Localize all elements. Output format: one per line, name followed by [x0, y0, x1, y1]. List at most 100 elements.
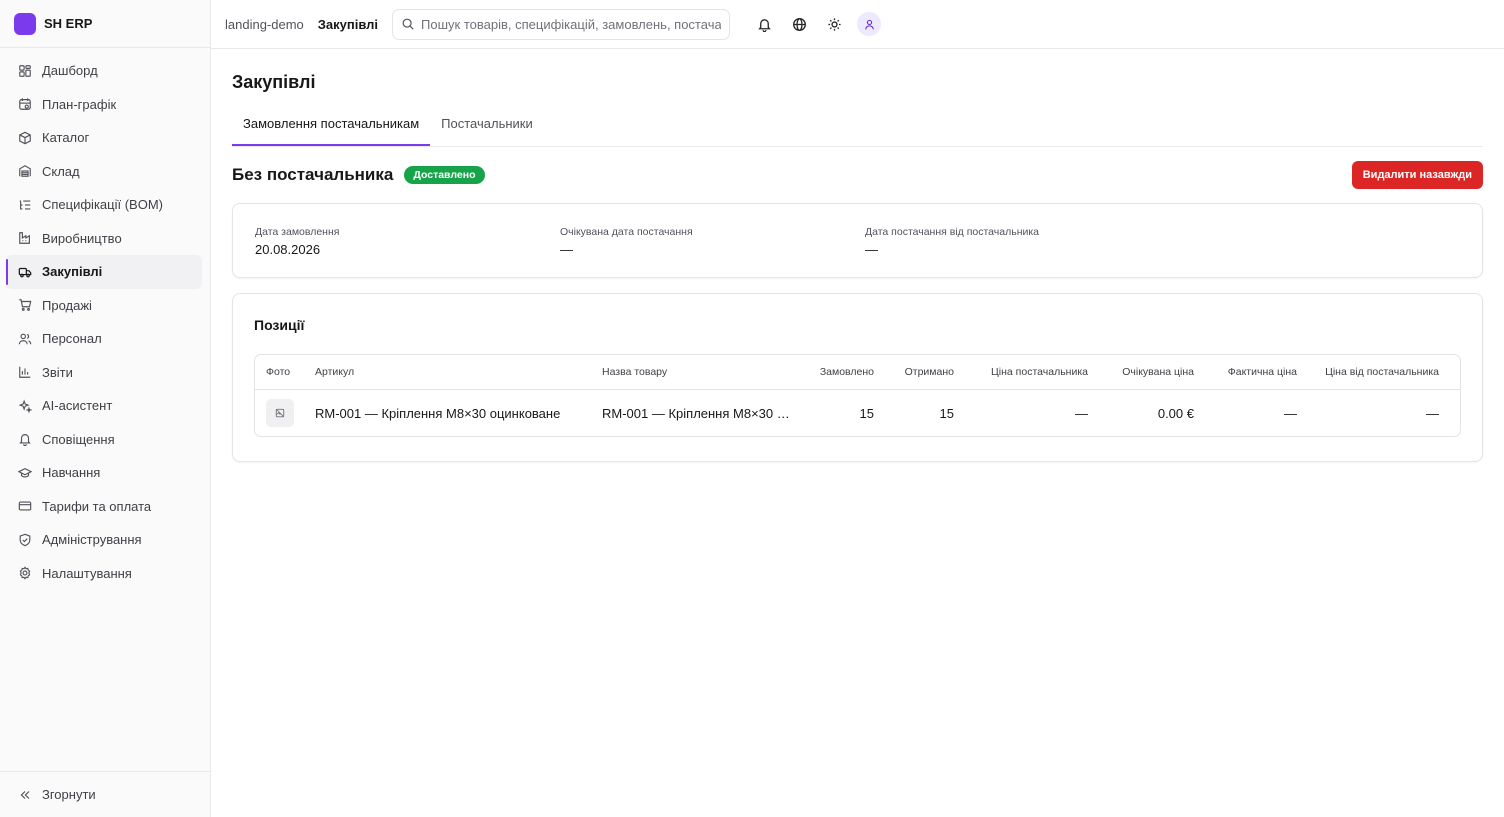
delete-permanently-button[interactable]: Видалити назавжди: [1351, 161, 1483, 189]
sidebar-item-warehouse[interactable]: Склад: [0, 155, 202, 189]
sidebar-item-notifications[interactable]: Сповіщення: [0, 423, 202, 457]
sidebar-item-dashboard[interactable]: Дашборд: [0, 54, 202, 88]
page-title: Закупівлі: [232, 72, 316, 92]
list-tree-icon: [18, 198, 32, 212]
credit-card-icon: [18, 499, 32, 513]
sidebar-item-reports[interactable]: Звіти: [0, 356, 202, 390]
sidebar-item-learning[interactable]: Навчання: [0, 456, 202, 490]
sidebar-item-catalog[interactable]: Каталог: [0, 121, 202, 155]
page-content: Закупівлі Замовлення постачальникам Пост…: [211, 49, 1504, 462]
column-header: Назва товару: [602, 366, 668, 378]
brand-name: SH ERP: [44, 16, 93, 31]
field-label: Очікувана дата постачання: [560, 226, 693, 238]
sidebar-item-staff[interactable]: Персонал: [0, 322, 202, 356]
search-icon: [401, 17, 415, 31]
supplier-price-cell: —: [1075, 405, 1088, 421]
bell-icon[interactable]: [752, 12, 776, 36]
column-header: Ціна постачальника: [991, 366, 1088, 378]
column-header: Отримано: [904, 366, 954, 378]
sun-icon[interactable]: [822, 12, 846, 36]
table-row[interactable]: RM-001 — Кріплення M8×30 оцинковане RM-0…: [255, 390, 1460, 436]
gear-icon: [18, 566, 32, 580]
status-badge: Доставлено: [404, 166, 485, 184]
order-dates-card: Дата замовлення 20.08.2026 Очікувана дат…: [232, 203, 1483, 278]
product-name-cell: RM-001 — Кріплення M8×30 оцинковане: [602, 405, 802, 421]
calendar-icon: [18, 97, 32, 111]
sidebar-item-label: Дашборд: [42, 63, 98, 79]
sidebar-item-label: Склад: [42, 163, 80, 179]
column-header: Ціна від постачальника: [1325, 366, 1439, 378]
order-date-field: Дата замовлення 20.08.2026: [255, 226, 560, 277]
items-table: Фото Артикул Назва товару Замовлено Отри…: [254, 354, 1461, 437]
shield-icon: [18, 533, 32, 547]
sidebar-item-purchases[interactable]: Закупівлі: [6, 255, 202, 289]
field-value: —: [865, 242, 878, 257]
sidebar-item-administration[interactable]: Адміністрування: [0, 523, 202, 557]
sidebar: SH ERP Дашборд План-графік Каталог Склад…: [0, 0, 211, 817]
supplier-delivery-date-field: Дата постачання від постачальника —: [865, 226, 1170, 277]
sidebar-item-sales[interactable]: Продажі: [0, 289, 202, 323]
photo-cell: [255, 399, 315, 427]
actual-price-cell: —: [1284, 405, 1297, 421]
sidebar-item-label: Тарифи та оплата: [42, 498, 152, 514]
ordered-cell: 15: [859, 405, 874, 421]
search-box[interactable]: [392, 8, 731, 40]
received-cell: 15: [939, 405, 954, 421]
order-items-card: Позиції Фото Артикул Назва товару Замовл…: [232, 293, 1483, 462]
sidebar-item-label: Продажі: [42, 297, 92, 313]
column-header: Артикул: [315, 366, 355, 378]
field-value: —: [560, 242, 573, 257]
sidebar-item-ai-assistant[interactable]: AI-асистент: [0, 389, 202, 423]
order-header: Без постачальника Доставлено Видалити на…: [232, 161, 1483, 189]
chevrons-left-icon: [18, 788, 32, 802]
order-title: Без постачальника: [232, 165, 394, 184]
tab-suppliers[interactable]: Постачальники: [430, 115, 544, 146]
warehouse-icon: [18, 164, 32, 178]
brand[interactable]: SH ERP: [0, 0, 210, 48]
user-icon: [864, 19, 874, 29]
package-icon: [18, 131, 32, 145]
expected-price-cell: 0.00 €: [1157, 405, 1194, 421]
column-header: Фото: [266, 366, 291, 378]
factory-icon: [18, 231, 32, 245]
sidebar-item-settings[interactable]: Налаштування: [0, 557, 202, 591]
breadcrumb-workspace[interactable]: landing-demo: [225, 17, 304, 32]
sidebar-item-billing[interactable]: Тарифи та оплата: [0, 490, 202, 524]
sidebar-item-label: Сповіщення: [42, 431, 115, 447]
price-from-supplier-cell: —: [1426, 405, 1439, 421]
sidebar-item-label: Налаштування: [42, 565, 132, 581]
sidebar-item-label: Адміністрування: [42, 532, 142, 548]
dashboard-icon: [18, 64, 32, 78]
users-icon: [18, 332, 32, 346]
sidebar-item-production[interactable]: Виробництво: [0, 222, 202, 256]
collapse-sidebar-button[interactable]: Згорнути: [0, 771, 210, 817]
sidebar-item-label: Навчання: [42, 465, 101, 481]
collapse-label: Згорнути: [42, 787, 96, 802]
brand-logo: [14, 12, 36, 35]
sidebar-item-label: План-графік: [42, 96, 117, 112]
search-input[interactable]: [421, 16, 722, 32]
topbar: landing-demo Закупівлі: [211, 0, 1504, 49]
sidebar-item-label: Закупівлі: [42, 264, 103, 280]
column-header: Фактична ціна: [1227, 366, 1297, 378]
sidebar-item-label: Каталог: [42, 130, 90, 146]
sidebar-item-schedule[interactable]: План-графік: [0, 88, 202, 122]
breadcrumb-current: Закупівлі: [317, 16, 379, 32]
topbar-actions: [752, 12, 882, 36]
expected-delivery-date-field: Очікувана дата постачання —: [560, 226, 865, 277]
sidebar-item-label: Персонал: [42, 331, 102, 347]
tab-supplier-orders[interactable]: Замовлення постачальникам: [232, 115, 431, 146]
sidebar-item-bom[interactable]: Специфікації (BOM): [0, 188, 202, 222]
main-area: landing-demo Закупівлі Пошук товарів, сп…: [211, 0, 1504, 817]
field-label: Дата замовлення: [255, 226, 340, 238]
sidebar-item-label: Виробництво: [42, 230, 122, 246]
app-root: SH ERP Дашборд План-графік Каталог Склад…: [0, 0, 1504, 817]
sidebar-item-label: Звіти: [42, 364, 73, 380]
truck-icon: [18, 265, 32, 279]
column-header: Очікувана ціна: [1122, 366, 1194, 378]
sidebar-nav: Дашборд План-графік Каталог Склад Специф…: [0, 48, 210, 771]
graduation-cap-icon: [18, 466, 32, 480]
user-avatar[interactable]: [857, 12, 882, 36]
globe-icon[interactable]: [787, 12, 811, 36]
column-header: Замовлено: [819, 366, 874, 378]
